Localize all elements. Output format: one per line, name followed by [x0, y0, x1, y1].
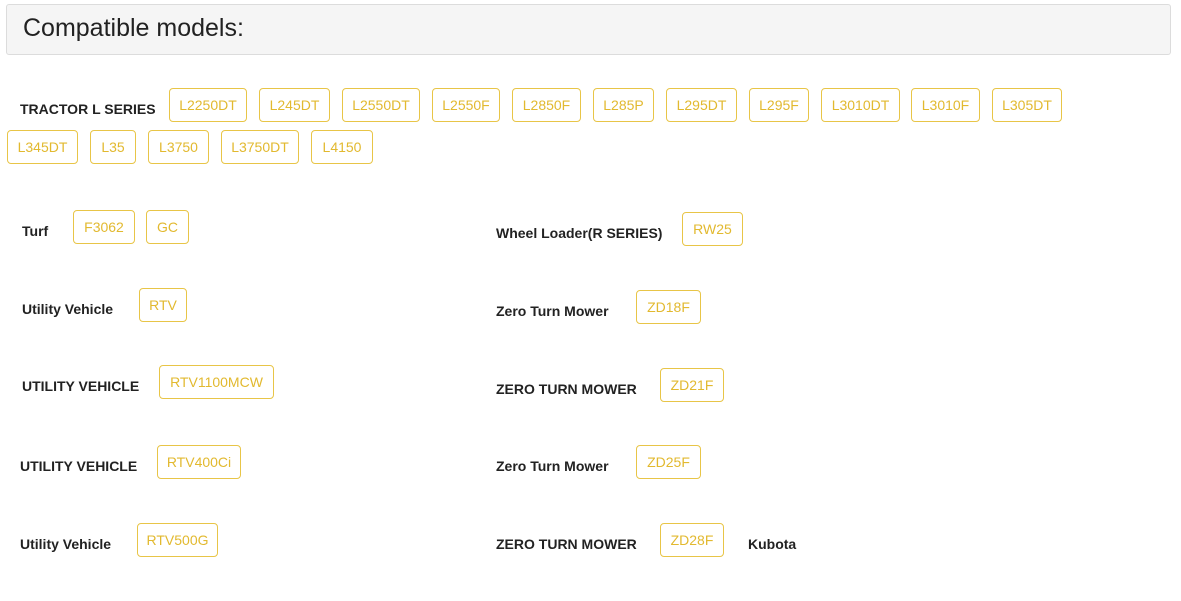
model-tag-l3750dt[interactable]: L3750DT	[221, 130, 299, 164]
model-tag-l3010dt[interactable]: L3010DT	[821, 88, 900, 122]
model-tag-l2550f[interactable]: L2550F	[432, 88, 500, 122]
model-tag-l3010f[interactable]: L3010F	[911, 88, 980, 122]
model-tag-rtv500g[interactable]: RTV500G	[137, 523, 218, 557]
category-label-zero-turn-mower: Zero Turn Mower	[496, 458, 609, 474]
model-tag-rtv[interactable]: RTV	[139, 288, 187, 322]
model-tag-l2250dt[interactable]: L2250DT	[169, 88, 247, 122]
model-tag-l295f[interactable]: L295F	[749, 88, 809, 122]
category-label-utility-vehicle: Utility Vehicle	[20, 536, 112, 552]
model-tag-gc[interactable]: GC	[146, 210, 189, 244]
model-tag-zd28f[interactable]: ZD28F	[660, 523, 724, 557]
category-label-utility-vehicle: UTILITY VEHICLE	[22, 378, 140, 394]
model-tag-l2550dt[interactable]: L2550DT	[342, 88, 420, 122]
page-title: Compatible models:	[23, 14, 244, 42]
model-tag-l2850f[interactable]: L2850F	[512, 88, 581, 122]
model-tag-rtv400ci[interactable]: RTV400Ci	[157, 445, 241, 479]
category-label-zero-turn-mower: ZERO TURN MOWER	[496, 381, 637, 397]
category-label-zero-turn-mower: Zero Turn Mower	[496, 303, 609, 319]
model-tag-l4150[interactable]: L4150	[311, 130, 373, 164]
model-tag-zd25f[interactable]: ZD25F	[636, 445, 701, 479]
model-tag-l245dt[interactable]: L245DT	[259, 88, 330, 122]
category-label-utility-vehicle: UTILITY VEHICLE	[20, 458, 138, 474]
model-tag-l305dt[interactable]: L305DT	[992, 88, 1062, 122]
model-tag-l345dt[interactable]: L345DT	[7, 130, 78, 164]
model-tag-l35[interactable]: L35	[90, 130, 136, 164]
model-tag-f3062[interactable]: F3062	[73, 210, 135, 244]
section-header: Compatible models:	[6, 4, 1171, 55]
brand-label: Kubota	[748, 536, 797, 552]
model-tag-l295dt[interactable]: L295DT	[666, 88, 737, 122]
category-label-wheel-loader: Wheel Loader(R SERIES)	[496, 225, 663, 241]
category-label-turf: Turf	[22, 223, 49, 239]
model-tag-l285p[interactable]: L285P	[593, 88, 654, 122]
category-label-utility-vehicle: Utility Vehicle	[22, 301, 114, 317]
model-tag-zd18f[interactable]: ZD18F	[636, 290, 701, 324]
model-tag-zd21f[interactable]: ZD21F	[660, 368, 724, 402]
category-label-tractor-l-series: TRACTOR L SERIES	[20, 101, 156, 117]
model-tag-rtv1100mcw[interactable]: RTV1100MCW	[159, 365, 274, 399]
category-label-zero-turn-mower: ZERO TURN MOWER	[496, 536, 637, 552]
model-tag-rw25[interactable]: RW25	[682, 212, 743, 246]
model-tag-l3750[interactable]: L3750	[148, 130, 209, 164]
